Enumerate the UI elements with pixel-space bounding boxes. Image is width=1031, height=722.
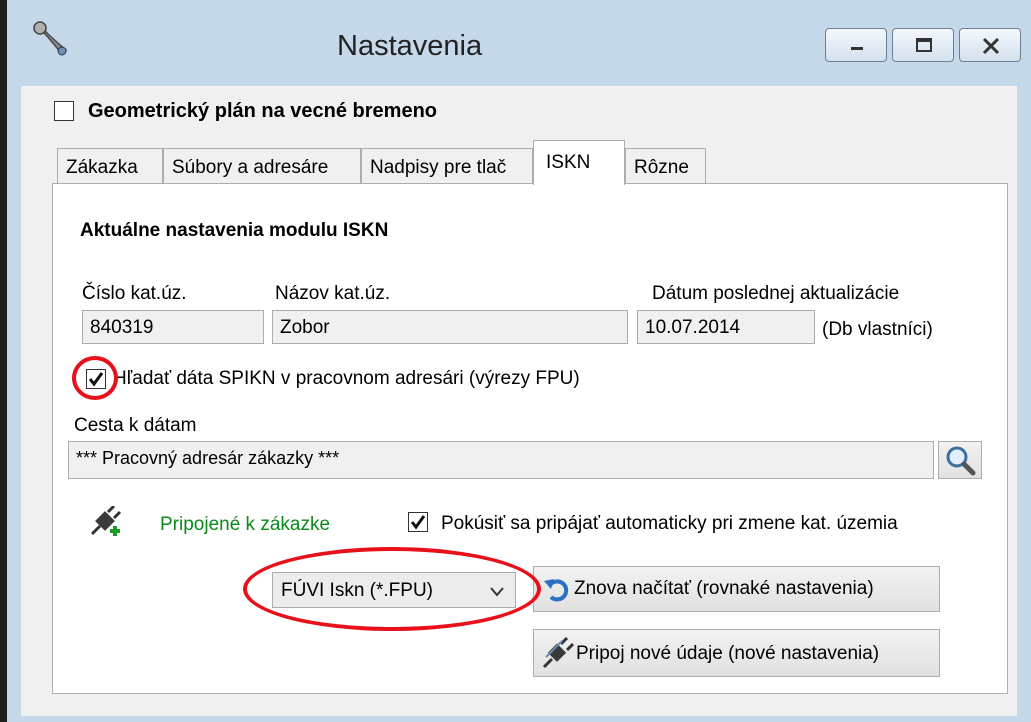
vecne-bremeno-label: Geometrický plán na vecné bremeno xyxy=(88,100,438,122)
minimize-icon xyxy=(851,47,863,50)
format-select-value: FÚVI Iskn (*.FPU) xyxy=(281,580,434,601)
tab-label: Súbory a adresáre xyxy=(172,157,329,178)
reload-button-label: Znova načítať (rovnaké nastavenia) xyxy=(574,578,874,599)
checkmark-icon xyxy=(410,515,426,530)
tab-label: Rôzne xyxy=(634,157,689,178)
auto-connect-label: Pokúsiť sa pripájať automaticky pri zmen… xyxy=(441,513,898,534)
tab-subory-a-adresare[interactable]: Súbory a adresáre xyxy=(163,148,361,183)
nazov-label: Názov kat.úz. xyxy=(275,283,391,304)
connect-new-button-label: Pripoj nové údaje (nové nastavenia) xyxy=(576,643,880,664)
nazov-field: Zobor xyxy=(272,310,628,344)
plug-connected-icon xyxy=(88,504,122,545)
tab-iskn[interactable]: ISKN xyxy=(533,140,625,185)
tab-label: Nadpisy pre tlač xyxy=(370,157,507,178)
title-bar[interactable]: Nastavenia xyxy=(7,0,1031,88)
search-spikn-label: Hľadať dáta SPIKN v pracovnom adresári (… xyxy=(113,368,580,389)
nazov-value: Zobor xyxy=(280,317,330,338)
undo-arrow-icon xyxy=(544,579,569,602)
window-left-edge xyxy=(0,0,7,722)
tab-zakazka[interactable]: Zákazka xyxy=(57,148,163,183)
tab-rozne[interactable]: Rôzne xyxy=(625,148,706,183)
maximize-icon xyxy=(916,38,932,52)
tab-label: ISKN xyxy=(546,152,591,173)
checkmark-icon xyxy=(88,372,104,387)
path-value: *** Pracovný adresár zákazky *** xyxy=(76,448,340,468)
browse-button[interactable] xyxy=(938,441,982,479)
window-title: Nastavenia xyxy=(337,30,483,62)
maximize-button[interactable] xyxy=(892,28,954,62)
status-text: Pripojené k zákazke xyxy=(160,514,331,535)
cislo-label: Číslo kat.úz. xyxy=(82,283,187,304)
datum-note: (Db vlastníci) xyxy=(822,319,933,340)
path-field[interactable]: *** Pracovný adresár zákazky *** xyxy=(68,441,934,479)
tab-nadpisy-pre-tlac[interactable]: Nadpisy pre tlač xyxy=(361,148,533,183)
close-icon xyxy=(982,37,1000,55)
minimize-button[interactable] xyxy=(825,28,887,62)
datum-label: Dátum poslednej aktualizácie xyxy=(652,283,900,304)
connect-new-button[interactable]: Pripoj nové údaje (nové nastavenia) xyxy=(533,629,940,677)
search-spikn-checkbox[interactable] xyxy=(86,369,106,389)
cislo-value: 840319 xyxy=(90,317,154,338)
path-label: Cesta k dátam xyxy=(74,415,197,436)
tab-label: Zákazka xyxy=(66,157,138,178)
wrench-icon xyxy=(31,20,71,60)
format-select[interactable]: FÚVI Iskn (*.FPU) xyxy=(272,572,516,608)
vecne-bremeno-checkbox[interactable] xyxy=(54,101,74,121)
cislo-field: 840319 xyxy=(82,310,264,344)
plug-icon xyxy=(542,637,574,669)
reload-button[interactable]: Znova načítať (rovnaké nastavenia) xyxy=(533,566,940,612)
magnifier-icon xyxy=(946,446,976,476)
iskn-tab-panel xyxy=(52,183,1008,694)
auto-connect-checkbox[interactable] xyxy=(408,512,428,532)
datum-field: 10.07.2014 xyxy=(637,310,815,344)
chevron-down-icon xyxy=(490,587,504,597)
section-heading: Aktuálne nastavenia modulu ISKN xyxy=(80,220,389,241)
datum-value: 10.07.2014 xyxy=(645,317,741,338)
close-button[interactable] xyxy=(959,28,1021,62)
